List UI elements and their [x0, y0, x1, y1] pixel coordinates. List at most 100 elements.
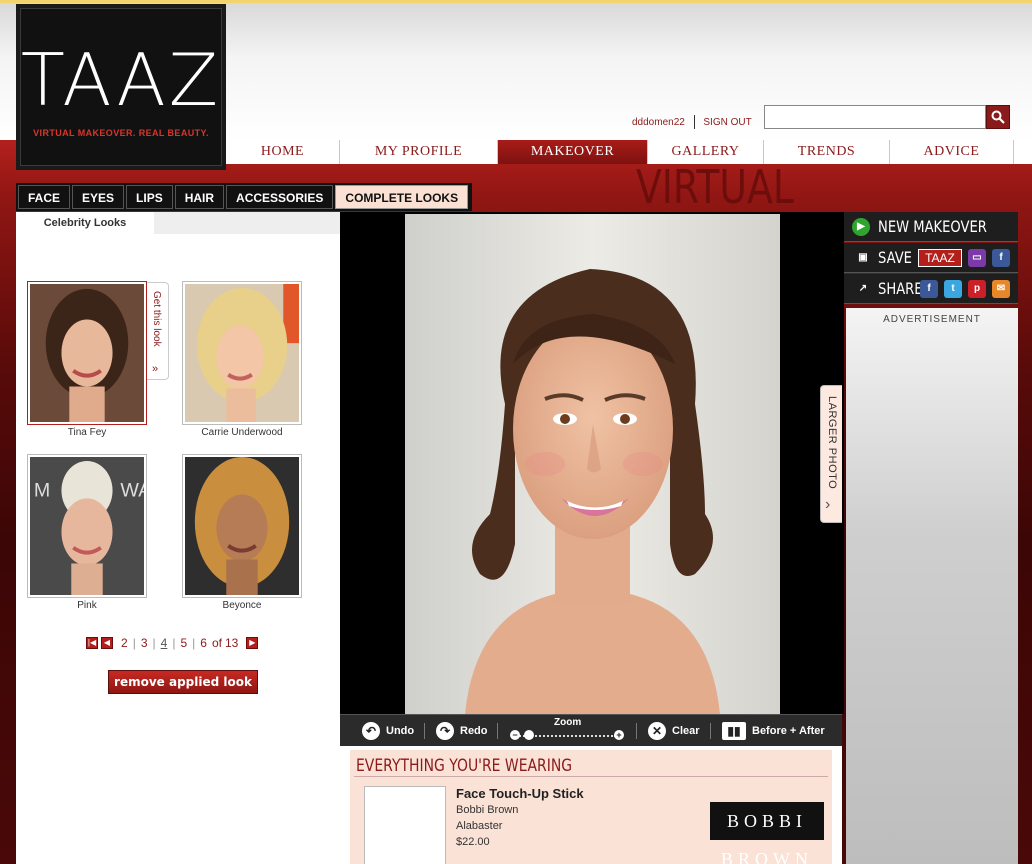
looks-panel: Celebrity Looks Get this look » Tina Fey…	[16, 212, 340, 864]
share-label: SHARE	[878, 279, 923, 298]
subtab-celebrity-looks[interactable]: Celebrity Looks	[16, 212, 154, 234]
looks-pager: |◀ ◀ 2 | 3 | 4 | 5 | 6 of 13 ▶	[86, 636, 261, 650]
wearing-inner: EVERYTHING YOU'RE WEARING Face Touch-Up …	[350, 750, 832, 864]
before-after-icon: ▮▮	[722, 722, 746, 740]
page-link[interactable]: 3	[141, 636, 148, 650]
next-page-button[interactable]: ▶	[246, 637, 259, 649]
tab-accessories[interactable]: ACCESSORIES	[226, 185, 334, 209]
prev-page-button[interactable]: ◀	[101, 637, 113, 649]
tab-lips[interactable]: LIPS	[126, 185, 173, 209]
search-icon	[991, 110, 1005, 124]
look-thumbnail-carrie-underwood[interactable]	[182, 281, 302, 425]
zoom-out-icon[interactable]: −	[510, 730, 520, 740]
pinterest-icon[interactable]: p	[968, 280, 986, 298]
email-icon[interactable]: ✉	[992, 280, 1010, 298]
look-thumbnail-pink[interactable]: M WA	[27, 454, 152, 598]
toolbar-divider	[710, 723, 711, 739]
chevron-down-icon: »	[152, 363, 159, 375]
looks-subtabs: Celebrity Looks	[16, 212, 340, 234]
nav-makeover[interactable]: MAKEOVER	[498, 140, 648, 164]
page-link[interactable]: 6	[200, 636, 207, 650]
product-shade: Alabaster	[456, 820, 503, 832]
chevron-right-icon: ›	[825, 496, 831, 513]
twitter-icon[interactable]: t	[944, 280, 962, 298]
first-page-button[interactable]: |◀	[86, 637, 98, 649]
facebook-icon[interactable]: f	[920, 280, 938, 298]
new-makeover-button[interactable]: ▶ NEW MAKEOVER	[844, 212, 1018, 242]
username-link[interactable]: dddomen22	[632, 117, 685, 128]
look-thumbnail-beyonce[interactable]	[182, 454, 302, 598]
larger-photo-label: LARGER PHOTO	[826, 396, 838, 490]
remove-applied-look-button[interactable]: remove applied look	[108, 670, 258, 694]
page-link[interactable]: 5	[180, 636, 187, 650]
tab-eyes[interactable]: EYES	[72, 185, 125, 209]
redo-label: Redo	[460, 725, 488, 737]
page-sep: |	[132, 636, 136, 650]
search-button[interactable]	[986, 105, 1010, 129]
redo-button[interactable]: ↷ Redo	[436, 721, 488, 741]
save-row: ▣ SAVE TAAZ ▭ f	[844, 243, 1018, 273]
clear-button[interactable]: ✕ Clear	[648, 721, 700, 741]
undo-button[interactable]: ↶ Undo	[362, 721, 414, 741]
celebrity-photo	[185, 457, 299, 595]
actions-column: ▶ NEW MAKEOVER ▣ SAVE TAAZ ▭ f ↗ SHARE f…	[844, 212, 1018, 864]
svg-text:M: M	[34, 479, 50, 501]
undo-label: Undo	[386, 725, 415, 737]
tab-hair[interactable]: HAIR	[174, 185, 225, 209]
search-input[interactable]	[764, 105, 986, 129]
share-icon: ↗	[854, 280, 872, 298]
editor-toolbar: ↶ Undo ↷ Redo Zoom − + ✕ Clear ▮▮ Before…	[340, 714, 842, 746]
zoom-in-icon[interactable]: +	[614, 730, 624, 740]
wearing-divider	[354, 776, 828, 777]
share-row: ↗ SHARE f t p ✉	[844, 274, 1018, 304]
brand-logo[interactable]: BOBBI BROWN	[710, 802, 824, 864]
zoom-slider-handle[interactable]	[524, 730, 534, 740]
product-image[interactable]	[364, 786, 446, 864]
wearing-title: EVERYTHING YOU'RE WEARING	[356, 756, 573, 776]
page-sep: |	[192, 636, 196, 650]
tab-face[interactable]: FACE	[18, 185, 71, 209]
current-page: 4	[160, 636, 168, 650]
toolbar-divider	[424, 723, 425, 739]
tab-complete-looks[interactable]: COMPLETE LOOKS	[335, 185, 469, 209]
product-name[interactable]: Face Touch-Up Stick	[456, 786, 584, 801]
advertisement-area: ADVERTISEMENT	[846, 308, 1018, 864]
larger-photo-button[interactable]: LARGER PHOTO ›	[820, 385, 842, 523]
undo-icon: ↶	[362, 722, 380, 740]
play-icon: ▶	[852, 218, 870, 236]
sign-out-link[interactable]: SIGN OUT	[703, 117, 751, 128]
celebrity-photo	[30, 284, 144, 422]
svg-text:WA: WA	[120, 479, 144, 501]
look-caption: Carrie Underwood	[201, 427, 283, 438]
nav-my-profile[interactable]: MY PROFILE	[340, 140, 498, 164]
advertisement-label: ADVERTISEMENT	[883, 314, 981, 325]
wearing-panel: EVERYTHING YOU'RE WEARING Face Touch-Up …	[340, 746, 842, 864]
floppy-disk-icon: ▣	[854, 249, 872, 267]
logo-tagline: VIRTUAL MAKEOVER. REAL BEAUTY.	[33, 128, 209, 138]
celebrity-photo	[185, 284, 299, 422]
user-area: dddomen22 SIGN OUT	[632, 115, 752, 129]
facebook-icon[interactable]: f	[992, 249, 1010, 267]
toolbar-divider	[497, 723, 498, 739]
makeover-photo[interactable]	[405, 214, 780, 714]
save-to-taaz-button[interactable]: TAAZ	[918, 249, 962, 267]
page-sep: |	[172, 636, 176, 650]
look-thumbnail-tina-fey[interactable]	[27, 281, 147, 425]
product-price: $22.00	[456, 836, 490, 848]
logo-title: TAAZ	[20, 38, 222, 122]
before-after-label: Before + After	[752, 725, 825, 737]
product-brand: Bobbi Brown	[456, 804, 519, 816]
look-caption: Pink	[77, 600, 97, 611]
page-link[interactable]: 2	[121, 636, 128, 650]
save-label: SAVE	[878, 248, 912, 267]
nav-home[interactable]: HOME	[226, 140, 340, 164]
new-makeover-label: NEW MAKEOVER	[878, 217, 987, 236]
get-this-look-label: Get this look	[151, 291, 162, 347]
before-after-button[interactable]: ▮▮ Before + After	[722, 721, 825, 741]
get-this-look-button[interactable]: Get this look »	[147, 282, 169, 380]
toolbar-divider	[636, 723, 637, 739]
taaz-logo[interactable]: TAAZ VIRTUAL MAKEOVER. REAL BEAUTY.	[16, 4, 226, 170]
user-divider	[693, 115, 695, 129]
monitor-icon[interactable]: ▭	[968, 249, 986, 267]
redo-icon: ↷	[436, 722, 454, 740]
